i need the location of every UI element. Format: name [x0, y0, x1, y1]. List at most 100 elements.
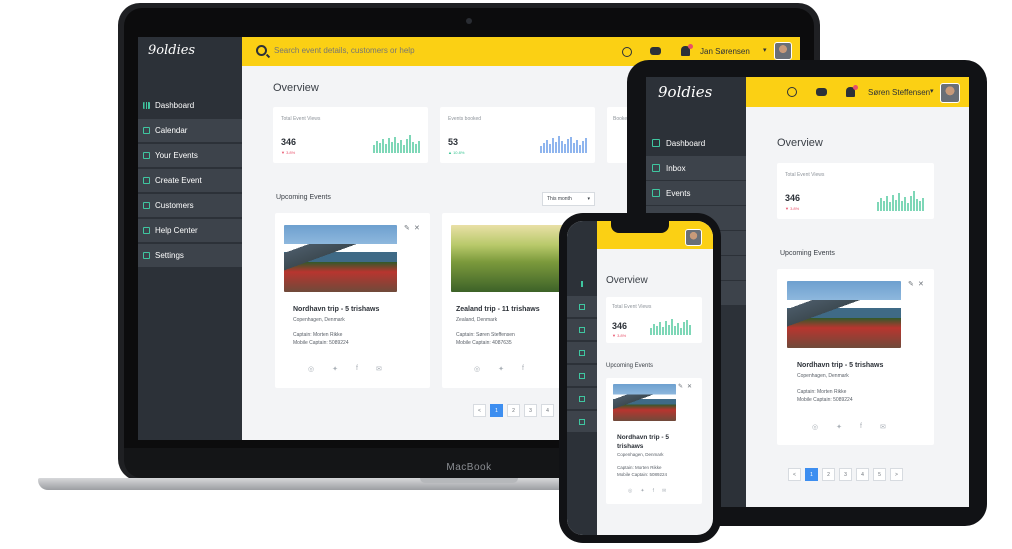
- avatar[interactable]: [940, 83, 960, 103]
- event-mobile: Mobile Captain: 5089224: [797, 397, 853, 403]
- event-card[interactable]: ✎ ✕ Nordhavn trip - 5 trishaws Copenhage…: [777, 269, 934, 445]
- globe-icon[interactable]: [787, 87, 797, 97]
- twitter-icon[interactable]: ✦: [640, 488, 644, 494]
- page-1[interactable]: 1: [805, 468, 818, 481]
- sparkline: [373, 135, 420, 153]
- notification-dot: [688, 44, 693, 49]
- sidebar-item-inbox[interactable]: Inbox: [646, 156, 746, 180]
- sidebar-item-2[interactable]: [567, 296, 597, 317]
- twitter-icon[interactable]: ✦: [836, 423, 842, 431]
- brand-logo[interactable]: 9oldies: [148, 43, 195, 58]
- brand-logo[interactable]: 9oldies: [658, 83, 712, 101]
- mail-icon[interactable]: ✉: [880, 423, 886, 431]
- edit-icon[interactable]: ✎: [908, 280, 914, 288]
- events-icon: [579, 326, 585, 333]
- stat-label: Total Event Views: [281, 116, 321, 122]
- share-icons: ◎ ✦ f: [474, 365, 524, 373]
- close-icon[interactable]: ✕: [414, 224, 420, 232]
- event-captain: Captain: Morten Rikke: [797, 389, 847, 395]
- sidebar-item-dashboard[interactable]: Dashboard: [138, 94, 242, 117]
- edit-icon[interactable]: ✎: [404, 224, 410, 232]
- edit-icon[interactable]: ✎: [678, 383, 683, 390]
- chat-icon[interactable]: [816, 88, 827, 96]
- avatar[interactable]: [685, 229, 702, 246]
- twitter-icon[interactable]: ✦: [498, 365, 504, 373]
- search-input[interactable]: [274, 46, 514, 55]
- facebook-icon[interactable]: f: [860, 423, 862, 431]
- stat-label: Total Event Views: [612, 304, 652, 310]
- page-title: Overview: [606, 275, 648, 286]
- avatar[interactable]: [774, 42, 792, 60]
- instagram-icon[interactable]: ◎: [474, 365, 480, 373]
- stat-card-views: Total Event Views 346 ▼ 3.8%: [606, 297, 702, 343]
- inbox-icon: [579, 303, 585, 310]
- sidebar-item-3[interactable]: [567, 319, 597, 340]
- plus-icon: [579, 349, 585, 356]
- page-2[interactable]: 2: [507, 404, 520, 417]
- sidebar-item-5[interactable]: [567, 365, 597, 386]
- sidebar-item-create-event[interactable]: Create Event: [138, 169, 242, 192]
- section-title: Upcoming Events: [276, 194, 331, 201]
- sidebar-item-6[interactable]: [567, 388, 597, 409]
- chevron-down-icon[interactable]: ▾: [930, 87, 934, 95]
- sidebar-item-your-events[interactable]: Your Events: [138, 144, 242, 167]
- event-photo: [613, 384, 676, 421]
- event-card[interactable]: ✎ ✕ Nordhavn trip - 5 trishaws Copenhage…: [275, 213, 430, 388]
- facebook-icon[interactable]: f: [356, 365, 358, 373]
- event-location: Copenhagen, Denmark: [797, 373, 849, 379]
- event-photo: [284, 225, 397, 292]
- page-title: Overview: [273, 82, 319, 94]
- sparkline: [877, 191, 924, 211]
- sidebar-item-customers[interactable]: Customers: [138, 194, 242, 217]
- page-5[interactable]: 5: [873, 468, 886, 481]
- user-icon: [579, 372, 585, 379]
- instagram-icon[interactable]: ◎: [628, 488, 632, 494]
- page-3[interactable]: 3: [839, 468, 852, 481]
- close-icon[interactable]: ✕: [687, 383, 692, 390]
- mail-icon[interactable]: ✉: [662, 488, 666, 494]
- month-filter[interactable]: This month ▾: [542, 192, 595, 206]
- search-icon[interactable]: [256, 45, 267, 56]
- page-prev[interactable]: <: [788, 468, 801, 481]
- sidebar-item-settings[interactable]: Settings: [138, 244, 242, 267]
- user-name[interactable]: Jan Sørensen: [700, 47, 750, 56]
- page-2[interactable]: 2: [822, 468, 835, 481]
- user-name[interactable]: Søren Steffensen: [868, 88, 930, 97]
- stat-label: Booke: [613, 116, 628, 122]
- calendar-icon: [143, 127, 150, 134]
- page-4[interactable]: 4: [541, 404, 554, 417]
- page-1[interactable]: 1: [490, 404, 503, 417]
- notification-dot: [853, 85, 858, 90]
- help-icon: [579, 395, 585, 402]
- instagram-icon[interactable]: ◎: [812, 423, 818, 431]
- sidebar-item-calendar[interactable]: Calendar: [138, 119, 242, 142]
- stat-value: 346: [785, 193, 801, 203]
- chevron-down-icon[interactable]: ▾: [763, 46, 767, 54]
- sidebar-item-dashboard[interactable]: Dashboard: [646, 131, 746, 155]
- page-next[interactable]: >: [890, 468, 903, 481]
- event-location: Copenhagen, Denmark: [617, 452, 664, 457]
- event-card[interactable]: ✎ ✕ Nordhavn trip - 5 trishaws Copenhage…: [606, 378, 702, 504]
- facebook-icon[interactable]: f: [653, 488, 654, 494]
- globe-icon[interactable]: [622, 47, 632, 57]
- sidebar-item-7[interactable]: [567, 411, 597, 432]
- sidebar-item-4[interactable]: [567, 342, 597, 363]
- gear-icon: [579, 418, 585, 425]
- sidebar-item-help-center[interactable]: Help Center: [138, 219, 242, 242]
- device-label: MacBook: [446, 462, 492, 473]
- page-prev[interactable]: <: [473, 404, 486, 417]
- close-icon[interactable]: ✕: [918, 280, 924, 288]
- instagram-icon[interactable]: ◎: [308, 365, 314, 373]
- page-3[interactable]: 3: [524, 404, 537, 417]
- chat-icon[interactable]: [650, 47, 661, 55]
- help-icon: [143, 227, 150, 234]
- page-4[interactable]: 4: [856, 468, 869, 481]
- share-icons: ◎ ✦ f ✉: [628, 488, 666, 494]
- mail-icon[interactable]: ✉: [376, 365, 382, 373]
- sidebar-item-events[interactable]: Events: [646, 181, 746, 205]
- event-title: Zealand trip - 11 trishaws: [456, 306, 540, 313]
- facebook-icon[interactable]: f: [522, 365, 524, 373]
- twitter-icon[interactable]: ✦: [332, 365, 338, 373]
- sidebar-item-dashboard[interactable]: [567, 273, 597, 294]
- chart-icon: [652, 139, 660, 147]
